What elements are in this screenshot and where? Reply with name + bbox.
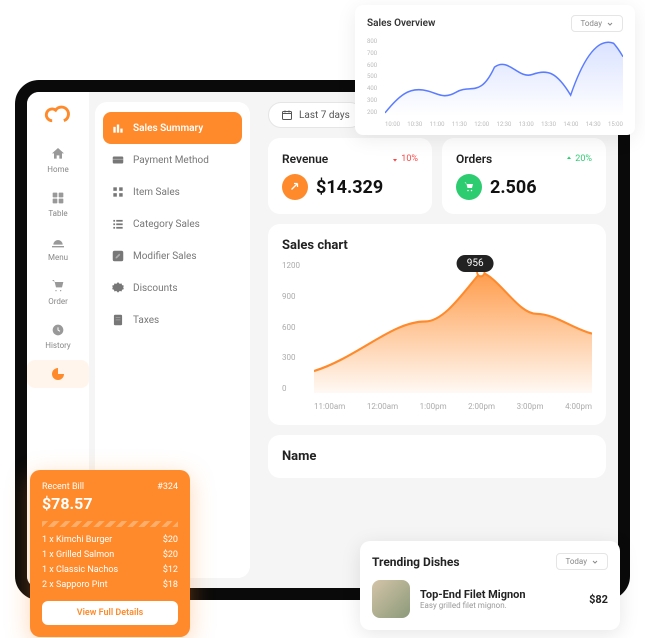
bill-line: 1 x Grilled Salmon$20	[42, 550, 178, 560]
list-icon	[111, 217, 125, 231]
y-axis: 12009006003000	[282, 261, 300, 393]
grid-icon	[50, 190, 66, 206]
revenue-title: Revenue	[282, 152, 328, 166]
menu-discounts[interactable]: Discounts	[103, 272, 242, 304]
date-range-selector[interactable]: Last 7 days	[268, 102, 363, 128]
receipt-divider	[42, 521, 178, 527]
sidebar-item-label: Order	[48, 297, 68, 306]
bill-line: 1 x Kimchi Burger$20	[42, 535, 178, 545]
orders-title: Orders	[456, 152, 492, 166]
menu-modifier-sales[interactable]: Modifier Sales	[103, 240, 242, 272]
bill-line: 1 x Classic Nachos$12	[42, 565, 178, 575]
overview-range-select[interactable]: Today	[571, 15, 623, 32]
menu-payment-method[interactable]: Payment Method	[103, 144, 242, 176]
sales-overview-card: Sales Overview Today 80070060050040030020…	[355, 5, 635, 135]
dish-desc: Easy grilled filet mignon.	[420, 601, 579, 610]
date-range-label: Last 7 days	[299, 110, 350, 121]
menu-item-label: Taxes	[133, 315, 159, 326]
overview-x-axis: 10:0010:3011:0011:3012:0012:3013:0013:30…	[385, 121, 623, 128]
clock-icon	[50, 322, 66, 338]
revenue-value: $14.329	[316, 177, 383, 198]
bars-icon	[111, 121, 125, 135]
orders-delta: 20%	[565, 154, 592, 164]
menu-item-label: Payment Method	[133, 155, 209, 166]
recent-bill-card: Recent Bill #324 $78.57 1 x Kimchi Burger…	[30, 470, 190, 637]
sidebar-item-table[interactable]: Table	[27, 184, 89, 224]
dish-row[interactable]: Top-End Filet MignonEasy grilled filet m…	[372, 580, 608, 618]
name-header: Name	[268, 435, 606, 478]
home-icon	[50, 146, 66, 162]
menu-item-label: Discounts	[133, 283, 178, 294]
trending-title: Trending Dishes	[372, 555, 460, 569]
overview-line-svg	[385, 38, 623, 116]
dish-image	[372, 580, 410, 618]
tag-icon	[111, 281, 125, 295]
menu-item-label: Category Sales	[133, 219, 200, 230]
overview-title: Sales Overview	[367, 18, 435, 29]
sidebar-item-label: Table	[48, 209, 67, 218]
chevron-down-icon	[591, 558, 599, 566]
cart-circle-icon	[456, 174, 482, 200]
bill-title: Recent Bill	[42, 482, 84, 492]
chevron-down-icon	[606, 20, 614, 28]
squares-icon	[111, 185, 125, 199]
doc-icon	[111, 313, 125, 327]
edit-icon	[111, 249, 125, 263]
arrow-down-icon	[391, 155, 399, 163]
bill-line: 2 x Sapporo Pint$18	[42, 580, 178, 590]
sidebar-item-label: History	[45, 341, 70, 350]
trend-icon	[282, 174, 308, 200]
dish-price: $82	[589, 593, 608, 606]
orders-card: Orders 20% 2.506	[442, 138, 606, 214]
sidebar-item-home[interactable]: Home	[27, 140, 89, 180]
sidebar-item-order[interactable]: Order	[27, 272, 89, 312]
sidebar-item-menu[interactable]: Menu	[27, 228, 89, 268]
revenue-delta: 10%	[391, 154, 418, 164]
area-chart-svg	[314, 261, 592, 393]
menu-item-label: Sales Summary	[133, 123, 203, 134]
main-content: Last 7 days Revenue 10% $14.329 Orders 20%…	[256, 92, 618, 588]
dish-icon	[50, 234, 66, 250]
sidebar-item-history[interactable]: History	[27, 316, 89, 356]
trending-range-select[interactable]: Today	[556, 553, 608, 570]
cart-icon	[50, 278, 66, 294]
menu-item-sales[interactable]: Item Sales	[103, 176, 242, 208]
dish-name: Top-End Filet Mignon	[420, 588, 579, 601]
bill-id: #324	[157, 482, 178, 492]
arrow-up-icon	[565, 155, 573, 163]
sidebar-item-label: Home	[47, 165, 69, 174]
pie-icon	[50, 366, 66, 382]
wallet-icon	[111, 153, 125, 167]
sales-chart: 12009006003000 956 11:00am12:00am1:00pm2…	[282, 261, 592, 411]
sidebar-item-reports[interactable]	[27, 360, 89, 388]
x-axis: 11:00am12:00am1:00pm2:00pm3:00pm4:00pm	[314, 402, 592, 411]
menu-taxes[interactable]: Taxes	[103, 304, 242, 336]
revenue-card: Revenue 10% $14.329	[268, 138, 432, 214]
menu-category-sales[interactable]: Category Sales	[103, 208, 242, 240]
trending-dishes-card: Trending Dishes Today Top-End Filet Migno…	[360, 541, 620, 630]
calendar-icon	[281, 109, 293, 121]
sales-chart-title: Sales chart	[282, 238, 592, 253]
sidebar-item-label: Menu	[48, 253, 68, 262]
overview-y-axis: 800700600500400300200	[367, 38, 377, 116]
brand-logo	[44, 102, 72, 130]
sales-chart-card: Sales chart 12009006003000 956 11:00am12…	[268, 224, 606, 425]
orders-value: 2.506	[490, 177, 537, 198]
chart-tooltip: 956	[457, 255, 494, 272]
bill-amount: $78.57	[42, 494, 178, 513]
menu-sales-summary[interactable]: Sales Summary	[103, 112, 242, 144]
view-details-button[interactable]: View Full Details	[42, 601, 178, 625]
menu-item-label: Modifier Sales	[133, 251, 197, 262]
menu-item-label: Item Sales	[133, 187, 180, 198]
